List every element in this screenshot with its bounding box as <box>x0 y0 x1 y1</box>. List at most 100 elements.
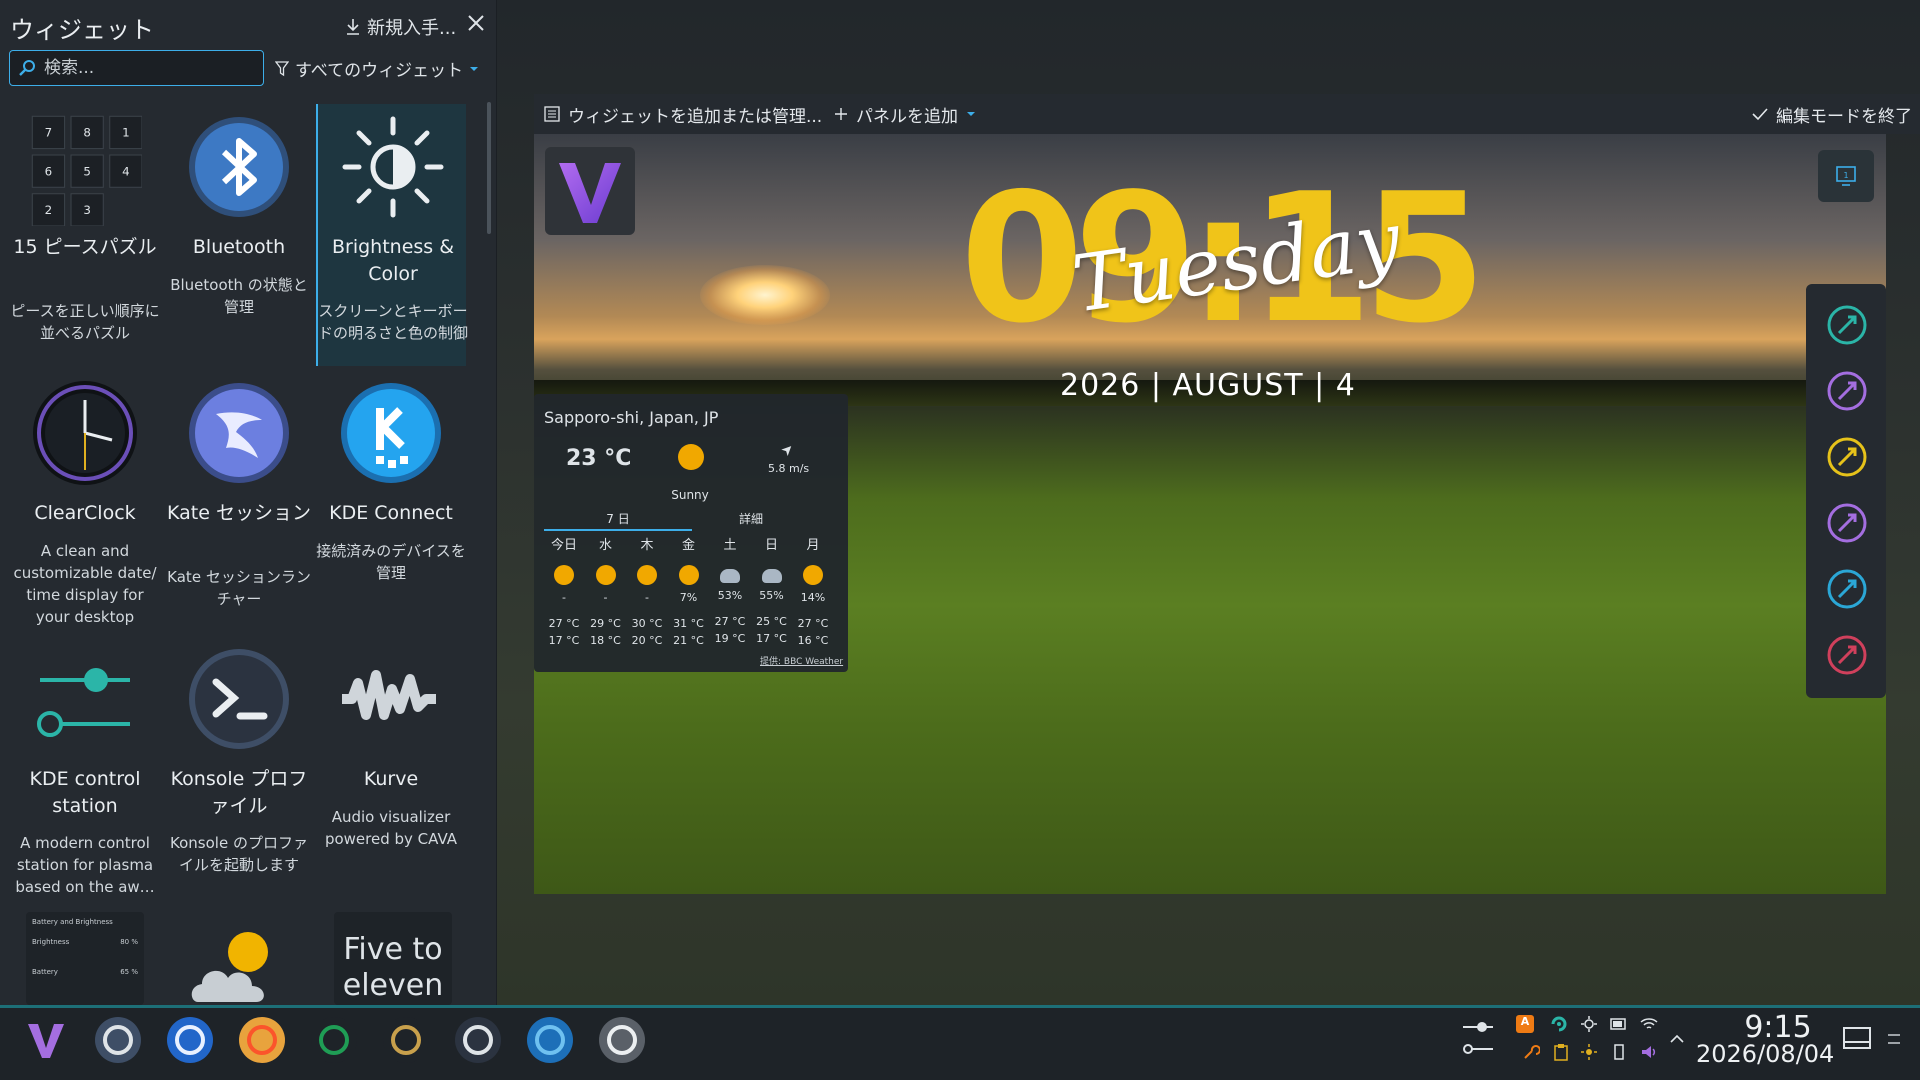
vortex-launcher-icon[interactable] <box>22 1016 70 1064</box>
konsole-icon <box>189 649 289 749</box>
volume-tray-icon[interactable] <box>1640 1043 1658 1061</box>
forecast-precip: - <box>603 591 608 604</box>
widgets-icon <box>544 106 560 122</box>
kwrite-icon[interactable] <box>598 1016 646 1064</box>
wifi-tray-icon[interactable] <box>1640 1015 1658 1033</box>
brightness-tray-icon[interactable] <box>1580 1015 1598 1033</box>
kleopatra-icon[interactable] <box>310 1016 358 1064</box>
widget-tile-kde-connect[interactable]: KDE Connect 接続済みのデバイスを管理 <box>316 370 466 632</box>
add-panel-button[interactable]: パネルを追加 <box>834 102 976 127</box>
widget-tile-five-to-eleven[interactable]: Five to eleven <box>334 912 452 1005</box>
search-input[interactable] <box>44 58 254 78</box>
widget-name: KDE control station <box>29 768 141 817</box>
rain-icon <box>761 569 782 583</box>
add-manage-label: ウィジェットを追加または管理... <box>568 106 823 127</box>
forecast-day-label: 今日 <box>550 538 577 553</box>
get-new-widgets-button[interactable]: 新規入手... <box>345 14 456 40</box>
vortex-logo-widget[interactable] <box>545 147 635 235</box>
forecast-high: 31 °C <box>673 617 704 630</box>
forecast-precip: 55% <box>759 589 784 602</box>
night-mode-ring-icon[interactable] <box>1826 436 1868 478</box>
kde-connect-tray-icon[interactable] <box>1550 1015 1568 1033</box>
activity-switcher-button[interactable]: 1 <box>1818 150 1874 202</box>
widget-tile-battery-brightness[interactable]: Battery and Brightness Brightness 80 % Ba… <box>26 912 144 1005</box>
weather-wind: 5.8 m/s <box>768 462 810 475</box>
slider-control-icon[interactable] <box>1462 1020 1494 1034</box>
widget-name: Brightness & Color <box>331 236 455 285</box>
weather-widget[interactable]: Sapporo-shi, Japan, JP 23 °C ➤ 5.8 m/s S… <box>534 394 848 672</box>
chevron-down-icon <box>470 66 479 71</box>
device-tray-icon[interactable] <box>1610 1043 1628 1061</box>
screenshot-ring-icon[interactable] <box>1826 634 1868 676</box>
widget-tile-brightness[interactable]: Brightness & Color スクリーンとキーボードの明るさと色の制御 <box>316 104 469 366</box>
taskbar-clock-date[interactable]: 2026/08/04 <box>1696 1040 1834 1068</box>
share-ring-icon[interactable] <box>1826 370 1868 412</box>
monitor-icon: 1 <box>1836 166 1856 186</box>
clipboard-tray-icon[interactable] <box>1552 1043 1570 1061</box>
check-icon <box>1752 108 1768 121</box>
konsole-icon[interactable] <box>454 1016 502 1064</box>
dolphin-icon[interactable] <box>166 1016 214 1064</box>
wrench-tray-icon[interactable] <box>1522 1043 1540 1061</box>
search-field[interactable] <box>9 50 264 86</box>
refresh-ring-icon[interactable] <box>1826 568 1868 610</box>
close-explorer-button[interactable] <box>463 10 489 36</box>
discover-icon[interactable] <box>526 1016 574 1064</box>
forecast-low: 18 °C <box>590 634 621 647</box>
widget-tile-bluetooth[interactable]: Bluetooth Bluetooth の状態と管理 <box>164 104 314 366</box>
forecast-high: 27 °C <box>548 617 580 630</box>
preview-brightness-value: 80 % <box>120 938 138 946</box>
forecast-low: 17 °C <box>548 634 580 647</box>
widget-tile-15-puzzle[interactable]: 7 8 1 6 5 4 2 3 15 ピースパズル ピースを正しい順序に並べるパ… <box>10 104 160 366</box>
weather-credit-link[interactable]: 提供: BBC Weather <box>760 654 843 667</box>
battery-tray-icon[interactable] <box>1610 1015 1628 1033</box>
widget-name: Bluetooth <box>192 236 286 258</box>
widget-desc: スクリーンとキーボードの明るさと色の制御 <box>318 302 469 342</box>
brave-icon[interactable] <box>238 1016 286 1064</box>
forecast-day: 月 14% 27 °C 16 °C <box>796 534 830 647</box>
widget-tile-kurve[interactable]: Kurve Audio visualizer powered by CAVA <box>316 636 466 898</box>
chevron-up-icon[interactable] <box>1668 1030 1686 1048</box>
share-ring-icon[interactable] <box>1826 502 1868 544</box>
tab-details[interactable]: 詳細 <box>706 510 796 527</box>
widget-desc: Audio visualizer powered by CAVA <box>324 808 458 848</box>
rain-icon <box>720 569 740 583</box>
widget-filter-dropdown[interactable]: すべてのウィジェット <box>275 56 479 81</box>
taskbar <box>0 1005 1920 1080</box>
puzzle-piece: 1 <box>122 126 130 140</box>
widget-tile-kde-control-station[interactable]: KDE control station A modern control sta… <box>10 636 160 898</box>
add-manage-widgets-button[interactable]: ウィジェットを追加または管理... <box>544 102 822 127</box>
explorer-title: ウィジェット <box>10 16 154 44</box>
updates-icon[interactable]: A <box>1516 1015 1534 1033</box>
weather-temperature: 23 °C <box>566 446 632 471</box>
widget-tile-clearclock[interactable]: ClearClock A clean and customizable date… <box>10 370 160 632</box>
forecast-day-label: 日 <box>764 538 778 553</box>
widget-name: Kate セッション <box>167 502 311 524</box>
plus-icon <box>835 108 847 120</box>
panel-config-icon[interactable] <box>1886 1030 1902 1048</box>
widget-tile-konsole-profiles[interactable]: Konsole プロファイル Konsole のプロファイルを起動します <box>164 636 314 898</box>
search-icon <box>19 60 35 76</box>
forecast-precip: 7% <box>679 591 698 604</box>
forecast-low: 16 °C <box>797 634 829 647</box>
settings-icon[interactable] <box>94 1016 142 1064</box>
kde-connect-ring-icon[interactable] <box>1826 304 1868 346</box>
puzzle-icon: 7 8 1 6 5 4 2 3 <box>31 115 142 226</box>
forecast-precip: 53% <box>717 589 743 602</box>
tab-7-day[interactable]: 7 日 <box>544 510 692 531</box>
puzzle-piece: 4 <box>122 164 130 178</box>
exit-edit-mode-button[interactable]: 編集モードを終了 <box>1752 102 1912 127</box>
brightness-icon <box>342 116 444 218</box>
slider-control-icon[interactable] <box>1462 1042 1494 1056</box>
widget-tile-weather[interactable] <box>184 930 294 1005</box>
vortex-logo-icon <box>559 163 621 223</box>
packages-icon[interactable] <box>382 1016 430 1064</box>
widget-tile-kate-sessions[interactable]: Kate セッション Kate セッションランチャー <box>164 370 314 632</box>
widget-desc: A clean and customizable date/ time disp… <box>13 542 157 626</box>
kate-icon <box>189 383 289 483</box>
puzzle-piece: 7 <box>45 126 53 140</box>
night-light-tray-icon[interactable] <box>1580 1043 1598 1061</box>
explorer-scrollbar[interactable] <box>487 102 491 234</box>
forecast-day-label: 木 <box>640 538 654 553</box>
show-desktop-icon[interactable] <box>1842 1026 1872 1052</box>
